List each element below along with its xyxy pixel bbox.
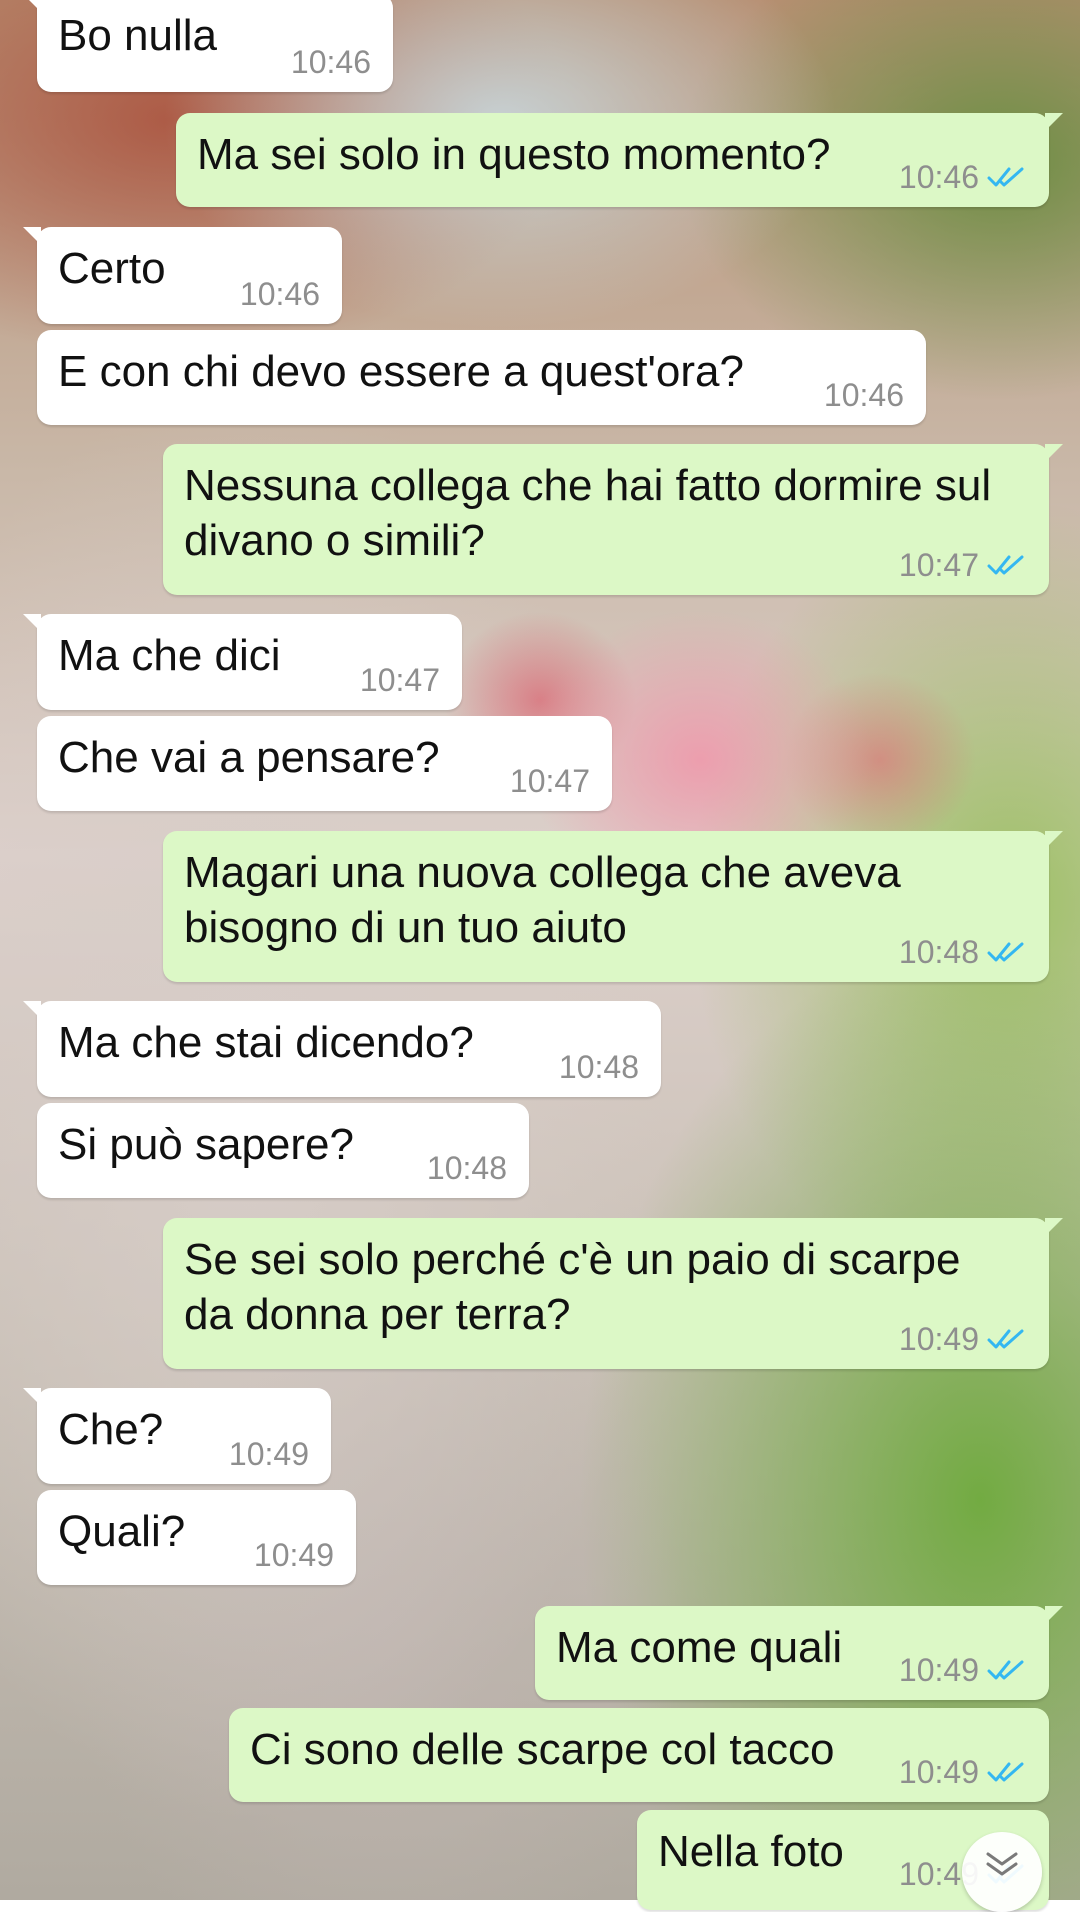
message-time: 10:47 [898,547,979,583]
message-text: Che vai a pensare? [58,733,440,782]
outgoing-message[interactable]: Se sei solo perché c'è un paio di scarpe… [163,1218,1063,1369]
double-check-icon [987,942,1024,962]
message-text: Certo [58,244,166,293]
incoming-message[interactable]: Ma che dici 10:47 [23,614,462,710]
incoming-message[interactable]: Quali? 10:49 [37,1490,356,1585]
message-text: Se sei solo perché c'è un paio di scarpe… [184,1235,961,1339]
message-list[interactable]: Bo nulla 10:46 Ma sei solo in questo mom… [0,0,1080,1910]
outgoing-message[interactable]: Magari una nuova collega che aveva bisog… [163,831,1063,982]
message-text: Ma che dici [58,631,281,680]
message-text: Bo nulla [58,11,218,60]
incoming-message[interactable]: Bo nulla 10:46 [23,0,393,92]
message-time: 10:46 [898,159,979,195]
incoming-message[interactable]: E con chi devo essere a quest'ora? 10:46 [37,330,926,425]
incoming-message[interactable]: Certo 10:46 [23,227,342,324]
message-text: Ma sei solo in questo momento? [197,130,831,179]
message-time: 10:48 [426,1150,507,1186]
message-text: Quali? [58,1507,186,1556]
message-time: 10:48 [898,934,979,970]
message-text: Ci sono delle scarpe col tacco [250,1725,835,1774]
double-check-icon [987,1329,1024,1349]
message-time: 10:49 [228,1436,309,1472]
double-check-icon [987,167,1024,187]
scroll-to-bottom-button[interactable] [962,1832,1042,1912]
outgoing-message[interactable]: Ci sono delle scarpe col tacco 10:49 [229,1708,1049,1802]
double-check-icon [987,1762,1024,1782]
message-time: 10:49 [898,1321,979,1357]
chevron-double-down-icon [986,1852,1018,1876]
message-time: 10:49 [253,1537,334,1573]
incoming-message[interactable]: Si può sapere? 10:48 [37,1103,529,1198]
incoming-message[interactable]: Che? 10:49 [23,1388,331,1484]
message-time: 10:48 [558,1049,639,1085]
outgoing-message[interactable]: Ma come quali 10:49 [535,1606,1063,1700]
message-text: Ma come quali [556,1623,843,1672]
outgoing-message[interactable]: Ma sei solo in questo momento? 10:46 [176,113,1063,207]
incoming-message[interactable]: Ma che stai dicendo? 10:48 [23,1001,661,1097]
message-time: 10:46 [290,44,371,80]
message-text: Che? [58,1405,164,1454]
message-text: Si può sapere? [58,1120,354,1169]
double-check-icon [987,1660,1024,1680]
message-time: 10:49 [898,1754,979,1790]
incoming-message[interactable]: Che vai a pensare? 10:47 [37,716,612,811]
message-time: 10:46 [823,377,904,413]
double-check-icon [987,555,1024,575]
message-time: 10:46 [239,276,320,312]
message-text: Magari una nuova collega che aveva bisog… [184,848,901,952]
outgoing-message[interactable]: Nessuna collega che hai fatto dormire su… [163,444,1063,595]
message-text: E con chi devo essere a quest'ora? [58,347,744,396]
message-text: Nessuna collega che hai fatto dormire su… [184,461,992,565]
message-text: Nella foto [658,1827,844,1876]
message-time: 10:47 [509,763,590,799]
message-text: Ma che stai dicendo? [58,1018,474,1067]
message-time: 10:47 [359,662,440,698]
message-time: 10:49 [898,1652,979,1688]
